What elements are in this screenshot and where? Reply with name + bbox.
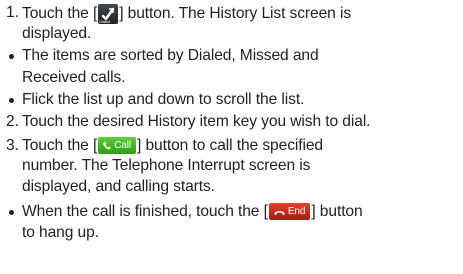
step-2-number: 2. [6, 113, 19, 130]
step-1-line-2: displayed. [22, 25, 92, 42]
end-button-label: End [287, 206, 306, 218]
bullet-1-line-2: Received calls. [22, 69, 126, 86]
call-button-graphic: Call [98, 137, 137, 155]
step-1-text-a: Touch the [22, 5, 93, 23]
step-3-text-a: Touch the [22, 137, 93, 154]
step-2-text: Touch the desired History item key you w… [22, 113, 371, 130]
bullet-dot-2 [9, 98, 14, 103]
step-3-line-2: number. The Telephone Interrupt screen i… [22, 157, 311, 174]
step-3-line-3: displayed, and calling starts. [22, 178, 215, 195]
history-icon-label: Dialed [99, 19, 110, 24]
phone-icon [103, 141, 112, 150]
end-button-graphic: End [268, 203, 311, 221]
bullet-3-text-b: button [315, 203, 363, 220]
bullet-3-text-a: When the call is finished, touch the [22, 203, 264, 220]
step-3-text-b: button to call the specified [141, 137, 323, 154]
bullet-3: When the call is finished, touch the [ E… [22, 203, 363, 221]
step-1-number: 1. [6, 4, 19, 21]
bullet-3-bracket-open: [ [263, 203, 268, 220]
bullet-2-line-1: Flick the list up and down to scroll the… [22, 91, 305, 108]
bullet-dot-1 [9, 54, 14, 59]
bullet-3-line-2: to hang up. [22, 224, 99, 241]
call-button-label: Call [114, 140, 132, 152]
instruction-document: 1. Touch the [ Dialed ] button. The Hist… [0, 0, 463, 274]
step-1-bracket-open: [ [92, 5, 98, 23]
step-3-bracket-open: [ [92, 137, 98, 154]
bullet-1-line-1: The items are sorted by Dialed, Missed a… [22, 47, 319, 64]
bullet-dot-3 [9, 210, 14, 215]
history-icon: Dialed [98, 4, 119, 24]
step-3-number: 3. [6, 137, 19, 154]
hang-up-icon [273, 210, 285, 215]
step-1-text-b: button. The History List screen is [123, 5, 352, 23]
